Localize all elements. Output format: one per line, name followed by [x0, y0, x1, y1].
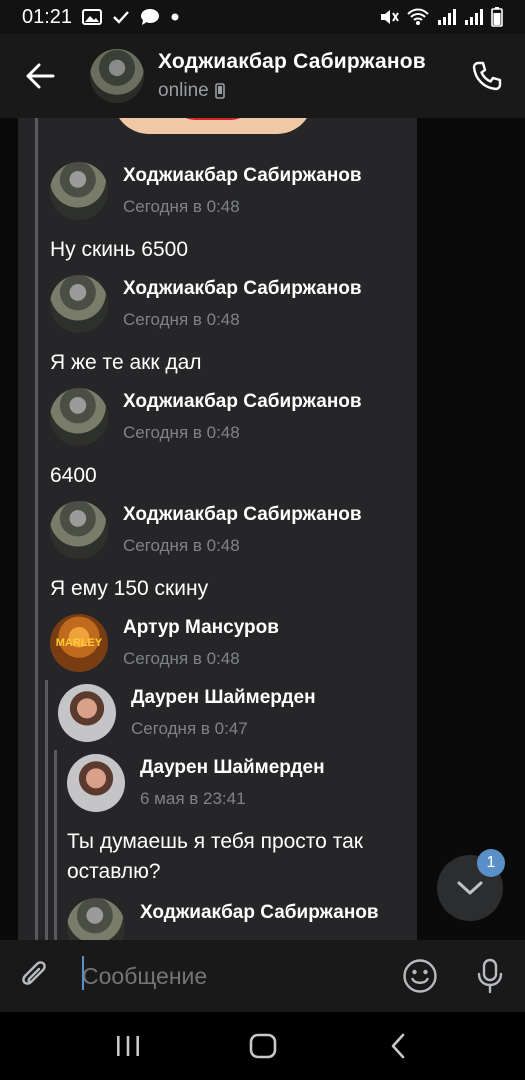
message-composer [0, 940, 525, 1012]
home-icon [249, 1033, 276, 1059]
message-text-line: оставлю? [67, 860, 161, 883]
message-header: MARLEY Артур Мансуров Сегодня в 0:48 [50, 614, 279, 672]
arrow-left-icon [26, 63, 55, 89]
recent-apps-button[interactable] [93, 1016, 163, 1076]
message-time: 6 мая в 23:41 [140, 789, 246, 808]
check-icon [113, 11, 129, 24]
author-name[interactable]: Ходжиакбар Сабиржанов [123, 165, 362, 187]
author-name[interactable]: Даурен Шаймерден [131, 687, 316, 709]
message-text: 6400 [50, 464, 97, 487]
signal-icon [465, 9, 483, 25]
phone-icon [472, 61, 502, 91]
avatar[interactable] [50, 275, 108, 333]
avatar[interactable] [67, 898, 125, 940]
signal-icon [438, 9, 456, 25]
paperclip-icon [22, 961, 46, 985]
unread-badge: 1 [477, 849, 505, 877]
avatar[interactable] [58, 684, 116, 742]
forwarded-message-header: Ходжиакбар Сабиржанов [67, 898, 379, 940]
status-label: online [158, 80, 209, 101]
chat-header: Ходжиакбар Сабиржанов online [0, 34, 525, 118]
smiley-icon [403, 959, 437, 993]
message-text-line: Ты думаешь я тебя просто так [67, 830, 363, 853]
message-list[interactable]: Ходжиакбар Сабиржанов Сегодня в 0:48 Ну … [0, 118, 525, 940]
image-icon [82, 9, 103, 25]
message-time: Сегодня в 0:48 [123, 649, 240, 668]
message-text: Я же те акк дал [50, 351, 202, 374]
forwarded-message-header: Даурен Шаймерден 6 мая в 23:41 [67, 754, 325, 812]
message-time: Сегодня в 0:48 [123, 536, 240, 555]
chat-title-block[interactable]: Ходжиакбар Сабиржанов online [158, 50, 426, 102]
recent-apps-icon [116, 1036, 139, 1056]
quote-bar [35, 118, 38, 940]
status-bar: 01:21 [0, 0, 525, 34]
sticker-image [113, 118, 313, 134]
message-text: Ну скинь 6500 [50, 238, 189, 261]
author-name[interactable]: Ходжиакбар Сабиржанов [123, 504, 362, 526]
battery-icon [491, 7, 503, 27]
forwarded-message-header: Даурен Шаймерден Сегодня в 0:47 [58, 684, 316, 742]
voice-message-button[interactable] [455, 940, 525, 1012]
emoji-button[interactable] [385, 940, 455, 1012]
wifi-icon [407, 8, 429, 25]
avatar-logo-text: MARLEY [55, 637, 103, 649]
message-time: Сегодня в 0:48 [123, 423, 240, 442]
author-name[interactable]: Ходжиакбар Сабиржанов [123, 391, 362, 413]
page-title: Ходжиакбар Сабиржанов [158, 50, 426, 73]
microphone-icon [477, 958, 503, 994]
avatar[interactable] [50, 388, 108, 446]
avatar[interactable] [67, 754, 125, 812]
mute-icon [381, 10, 399, 24]
message-text: Ты думаешь я тебя просто так оставлю? [67, 827, 363, 887]
back-icon [391, 1033, 404, 1059]
status-time: 01:21 [22, 5, 73, 28]
scroll-to-bottom-button[interactable]: 1 [437, 849, 505, 921]
message-input[interactable] [70, 940, 385, 1012]
back-button[interactable] [0, 34, 80, 118]
author-name[interactable]: Даурен Шаймерден [140, 757, 325, 779]
message-time: Сегодня в 0:47 [131, 719, 248, 738]
message-header: Ходжиакбар Сабиржанов Сегодня в 0:48 [50, 501, 362, 559]
online-status: online [158, 80, 426, 102]
avatar[interactable]: MARLEY [50, 614, 108, 672]
message-header: Ходжиакбар Сабиржанов Сегодня в 0:48 [50, 275, 362, 333]
message-time: Сегодня в 0:48 [123, 310, 240, 329]
avatar[interactable] [90, 49, 144, 103]
system-navigation-bar [0, 1012, 525, 1080]
attach-button[interactable] [0, 940, 70, 1012]
quote-bar [45, 680, 48, 940]
quote-bar [54, 750, 57, 940]
phone-device-icon [214, 83, 225, 99]
author-name[interactable]: Ходжиакбар Сабиржанов [140, 902, 379, 924]
home-button[interactable] [228, 1016, 298, 1076]
chat-bubble-icon [141, 9, 160, 25]
author-name[interactable]: Ходжиакбар Сабиржанов [123, 278, 362, 300]
chevron-down-icon [457, 881, 483, 895]
call-button[interactable] [449, 34, 525, 118]
message-text: Я ему 150 скину [50, 577, 209, 600]
author-name[interactable]: Артур Мансуров [123, 617, 279, 639]
message-header: Ходжиакбар Сабиржанов Сегодня в 0:48 [50, 388, 362, 446]
avatar[interactable] [50, 162, 108, 220]
dot-icon [171, 13, 179, 21]
message-time: Сегодня в 0:48 [123, 197, 240, 216]
text-caret [82, 956, 84, 990]
message-header: Ходжиакбар Сабиржанов Сегодня в 0:48 [50, 162, 362, 220]
avatar[interactable] [50, 501, 108, 559]
system-back-button[interactable] [363, 1016, 433, 1076]
